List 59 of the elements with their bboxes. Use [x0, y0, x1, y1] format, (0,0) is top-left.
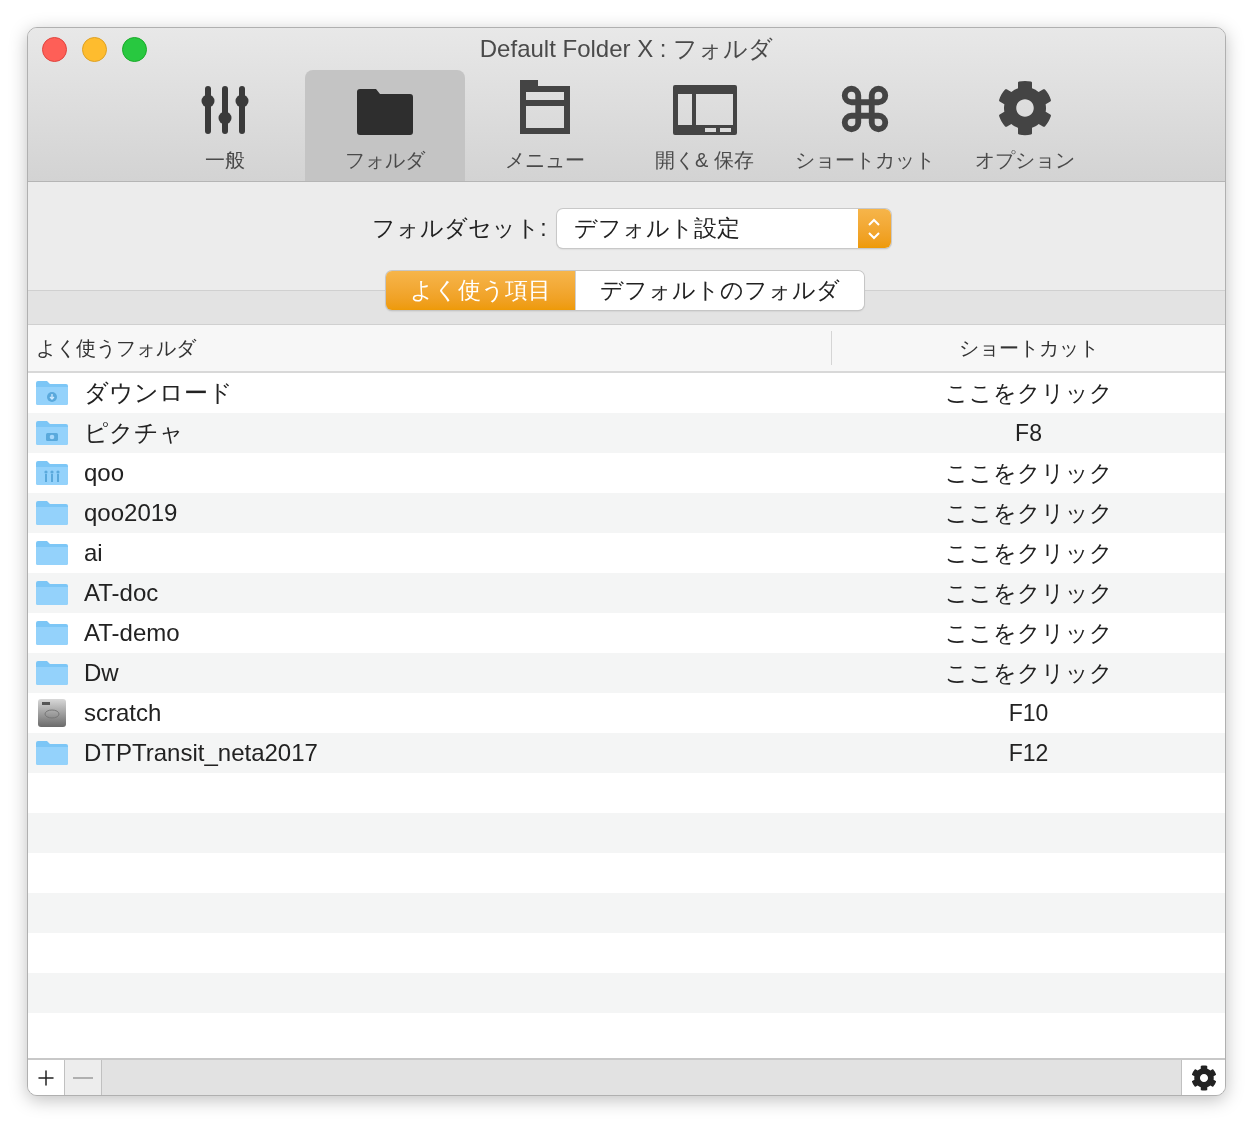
window-icon: [517, 78, 572, 136]
table-row[interactable]: ピクチャ F8: [28, 413, 1225, 453]
folder-name: AT-doc: [84, 578, 159, 608]
toolbar-tab[interactable]: 開く& 保存: [624, 70, 785, 181]
shortcut-cell[interactable]: F8: [1015, 415, 1042, 451]
segment-tab[interactable]: デフォルトのフォルダ: [575, 271, 864, 310]
shortcut-cell[interactable]: ここをクリック: [944, 375, 1113, 411]
zoom-button[interactable]: [122, 37, 147, 62]
camera-folder-icon: [35, 420, 69, 446]
toolbar-tab[interactable]: 一般: [144, 70, 305, 181]
folder-name: qoo: [84, 458, 125, 488]
table-row[interactable]: Dw ここをクリック: [28, 653, 1225, 693]
settings-button[interactable]: [1181, 1060, 1225, 1095]
column-header[interactable]: よく使うフォルダ: [28, 331, 832, 365]
shortcut-cell[interactable]: ここをクリック: [944, 535, 1113, 571]
toolbar-tab[interactable]: オプション: [944, 70, 1105, 181]
gear-icon: [996, 80, 1053, 136]
shortcut-cell[interactable]: F12: [1008, 735, 1049, 771]
add-button[interactable]: [28, 1060, 65, 1095]
folder-name: ピクチャ: [84, 418, 184, 448]
folder-set-dropdown[interactable]: デフォルト設定: [556, 209, 891, 248]
people-folder-icon: [35, 460, 69, 486]
folder-icon: [35, 500, 69, 526]
sliders-icon: [199, 84, 250, 136]
shortcut-cell[interactable]: ここをクリック: [944, 615, 1113, 651]
shortcut-cell[interactable]: ここをクリック: [944, 575, 1113, 611]
toolbar-tab[interactable]: ショートカット: [784, 70, 945, 181]
folder-icon: [35, 740, 69, 766]
folder-icon: [354, 88, 415, 136]
folder-icon: [35, 580, 69, 606]
window-title: Default Folder X : フォルダ: [479, 34, 774, 64]
shortcut-cell[interactable]: F10: [1008, 695, 1049, 731]
folder-name: ダウンロード: [84, 378, 233, 408]
folder-icon: [35, 540, 69, 566]
folder-name: scratch: [84, 698, 162, 728]
shortcut-cell[interactable]: ここをクリック: [944, 495, 1113, 531]
column-header[interactable]: ショートカット: [832, 333, 1225, 363]
toolbar-tab[interactable]: フォルダ: [304, 70, 465, 181]
folder-name: ai: [84, 538, 103, 568]
folder-icon: [35, 620, 69, 646]
folder-name: Dw: [84, 658, 119, 688]
folder-name: AT-demo: [84, 618, 180, 648]
toolbar-tab[interactable]: メニュー: [464, 70, 625, 181]
folder-icon: [35, 660, 69, 686]
table-row[interactable]: DTPTransit_neta2017 F12: [28, 733, 1225, 773]
stepper-arrows-icon: [857, 209, 891, 248]
shortcut-cell[interactable]: ここをクリック: [944, 655, 1113, 691]
table-row[interactable]: qoo2019 ここをクリック: [28, 493, 1225, 533]
shortcut-cell[interactable]: ここをクリック: [944, 455, 1113, 491]
close-button[interactable]: [42, 37, 67, 62]
minimize-button[interactable]: [82, 37, 107, 62]
folder-set-label: フォルダセット:: [372, 214, 547, 244]
download-folder-icon: [35, 380, 69, 406]
minus-icon: [73, 1076, 93, 1079]
table-row[interactable]: AT-doc ここをクリック: [28, 573, 1225, 613]
dialog-window-icon: [671, 84, 738, 136]
folder-name: qoo2019: [84, 498, 178, 528]
folder-name: DTPTransit_neta2017: [84, 738, 318, 768]
settings-icon: [1190, 1064, 1217, 1091]
